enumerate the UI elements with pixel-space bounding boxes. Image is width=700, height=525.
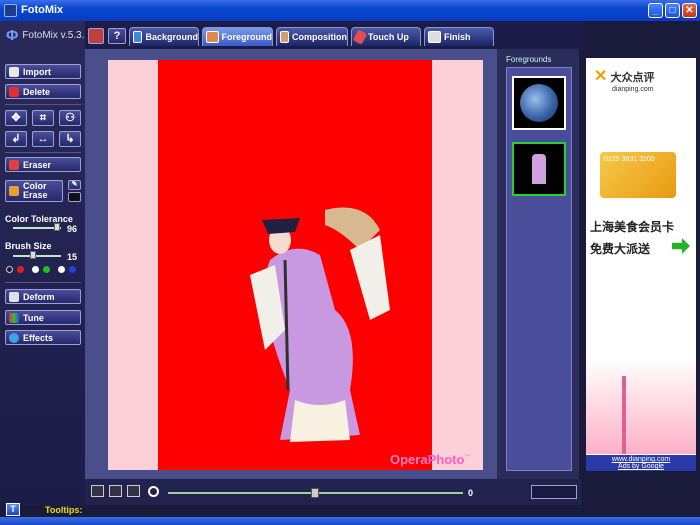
zoom-icon <box>148 486 159 497</box>
ad-link-dianping[interactable]: www.dianping.com <box>586 456 696 463</box>
ad-brand: ✕ 大众点评 dianping.com <box>594 68 655 93</box>
divider <box>5 152 81 153</box>
radio-off-icon[interactable] <box>6 266 13 273</box>
help-button[interactable]: ? <box>108 28 126 44</box>
color-tolerance-value: 96 <box>67 224 78 234</box>
brush-size-slider[interactable] <box>13 255 61 257</box>
rotate-left-icon[interactable]: ↲ <box>5 131 27 147</box>
delete-button[interactable]: Delete <box>5 84 81 99</box>
zoom-knob[interactable] <box>311 488 319 498</box>
maximize-button[interactable]: □ <box>665 3 680 18</box>
eraser-button[interactable]: Eraser <box>5 157 81 172</box>
title-bar: FotoMix _ □ ✕ <box>0 0 700 21</box>
ad-link-google[interactable]: Ads by Google <box>586 463 696 470</box>
app-info: Φ FotoMix v.5.3. <box>6 27 84 44</box>
brush-size-knob[interactable] <box>30 251 36 259</box>
tooltips-bar: Tooltips: <box>45 505 700 517</box>
watermark: OperaPhoto™ <box>390 452 471 467</box>
grid-icon[interactable] <box>127 485 140 497</box>
ad-headline: 上海美食会员卡 <box>590 220 675 234</box>
opera-performer-image <box>250 207 390 442</box>
actual-size-icon[interactable] <box>91 485 104 497</box>
ad-links[interactable]: www.dianping.com Ads by Google <box>586 455 696 471</box>
ad-subheadline: 免费大派送 <box>590 242 651 256</box>
earth-thumbnail-image <box>520 84 558 122</box>
minimize-button[interactable]: _ <box>648 3 663 18</box>
touch-up-icon <box>352 29 368 45</box>
mirror-people-icon[interactable]: ⚇ <box>59 110 81 126</box>
city-skyline-image <box>586 358 696 454</box>
divider <box>5 104 81 105</box>
zoom-value: 0 <box>468 488 474 498</box>
composition-icon <box>280 31 289 43</box>
delete-icon <box>9 86 19 97</box>
status-box <box>531 485 577 499</box>
color-swatch[interactable] <box>68 192 81 202</box>
color-erase-icon <box>9 186 19 196</box>
deform-icon <box>9 291 19 302</box>
arrow-right-icon <box>672 238 690 254</box>
tune-button[interactable]: Tune <box>5 310 81 325</box>
effects-icon <box>9 332 19 343</box>
fit-window-icon[interactable] <box>109 485 122 497</box>
foreground-thumbnail[interactable] <box>512 76 566 130</box>
tv-tower-image <box>622 376 626 454</box>
color-dot-blue[interactable] <box>69 266 76 273</box>
brush-size-value: 15 <box>67 252 78 262</box>
close-button[interactable]: ✕ <box>682 3 697 18</box>
radio-white-icon[interactable] <box>32 266 39 273</box>
tune-icon <box>9 312 19 323</box>
brush-size-label: Brush Size <box>5 241 52 251</box>
tab-foreground[interactable]: Foreground <box>202 27 273 46</box>
foreground-icon <box>206 31 219 43</box>
divider <box>5 282 81 283</box>
eraser-icon <box>9 159 19 170</box>
flip-horizontal-icon[interactable]: ↔ <box>32 131 54 147</box>
radio-white-icon[interactable] <box>58 266 65 273</box>
membership-card-image: 0125 3631 3200 <box>600 152 676 198</box>
import-button[interactable]: Import <box>5 64 81 79</box>
rotate-right-icon[interactable]: ↳ <box>59 131 81 147</box>
dianping-logo-icon: ✕ <box>594 68 608 85</box>
finish-icon <box>428 31 441 43</box>
ad-banner[interactable]: ✕ 大众点评 dianping.com 0125 3631 3200 上海美食会… <box>586 58 696 470</box>
tab-background[interactable]: Background <box>129 27 199 46</box>
color-tolerance-knob[interactable] <box>54 223 60 231</box>
fotomix-logo-icon: Φ <box>6 27 19 44</box>
app-icon <box>4 4 17 17</box>
move-icon[interactable]: ✥ <box>5 110 27 126</box>
effects-button[interactable]: Effects <box>5 330 81 345</box>
color-dot-green[interactable] <box>43 266 50 273</box>
tooltips-toggle-icon[interactable]: T <box>6 503 20 516</box>
app-version: FotoMix v.5.3. <box>22 30 85 41</box>
background-icon <box>133 31 143 43</box>
deform-button[interactable]: Deform <box>5 289 81 304</box>
color-tolerance-label: Color Tolerance <box>5 214 73 224</box>
eyedropper-icon[interactable]: ✎ <box>68 180 81 190</box>
language-flag-icon[interactable] <box>88 28 104 44</box>
window-title: FotoMix <box>21 4 64 16</box>
performer-thumbnail-image <box>532 154 546 184</box>
taskbar <box>0 517 700 525</box>
foregrounds-label: Foregrounds <box>506 55 552 64</box>
color-erase-button[interactable]: Color Erase <box>5 180 63 202</box>
foreground-thumbnail[interactable] <box>512 142 566 196</box>
import-icon <box>9 66 19 77</box>
tab-composition[interactable]: Composition <box>276 27 348 46</box>
crop-icon[interactable]: ⌗ <box>32 110 54 126</box>
tab-touch-up[interactable]: Touch Up <box>351 27 421 46</box>
tab-finish[interactable]: Finish <box>424 27 494 46</box>
color-dot-red[interactable] <box>17 266 24 273</box>
